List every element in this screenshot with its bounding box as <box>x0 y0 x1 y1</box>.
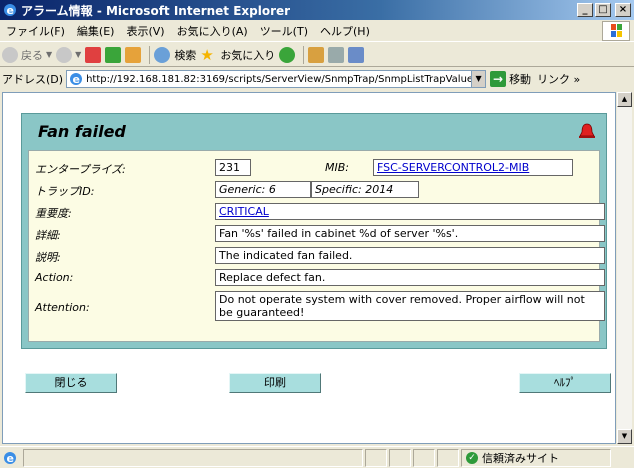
attention-value: Do not operate system with cover removed… <box>215 291 605 321</box>
address-input[interactable]: e http://192.168.181.82:3169/scripts/Ser… <box>66 70 487 88</box>
svg-text:e: e <box>7 4 14 17</box>
toolbar-separator <box>149 45 151 64</box>
close-window-button[interactable]: × <box>615 3 631 17</box>
status-cell <box>365 448 387 467</box>
specific-value: Specific: 2014 <box>311 181 419 198</box>
status-cell <box>389 448 411 467</box>
enterprise-value: 231 <box>215 159 251 176</box>
alarm-details: エンタープライズ: 231 MIB: FSC-SERVERCONTROL2-MI… <box>28 150 605 342</box>
windows-logo-icon <box>602 21 630 41</box>
security-zone: ✓ 信頼済みサイト <box>461 448 611 467</box>
menu-tools[interactable]: ツール(T) <box>254 23 314 39</box>
stop-icon[interactable] <box>85 46 102 63</box>
mib-link[interactable]: FSC-SERVERCONTROL2-MIB <box>377 161 529 174</box>
address-label: アドレス(D) <box>2 73 64 86</box>
status-text <box>23 448 363 467</box>
ie-logo-icon: e <box>4 4 16 17</box>
severity-label: 重要度: <box>35 207 72 220</box>
alarm-title: Fan failed <box>38 122 126 141</box>
scroll-up-icon[interactable]: ▲ <box>617 92 632 107</box>
search-icon <box>154 46 171 63</box>
trapid-row: トラップID: Generic: 6 Specific: 2014 <box>29 179 601 199</box>
description-row: 説明: The indicated fan failed. <box>29 245 605 265</box>
svg-text:e: e <box>73 73 80 86</box>
svg-text:e: e <box>7 452 14 465</box>
address-dropdown-icon[interactable]: ▼ <box>471 71 486 87</box>
severity-value[interactable]: CRITICAL <box>215 203 605 220</box>
alarm-bell-icon <box>579 123 595 138</box>
window-title: アラーム情報 - Microsoft Internet Explorer <box>21 3 291 18</box>
menu-bar: ファイル(F) 編集(E) 表示(V) お気に入り(A) ツール(T) ヘルプ(… <box>0 20 634 42</box>
action-row: Action: Replace defect fan. <box>29 267 605 287</box>
favorites-button[interactable]: ★ お気に入り <box>200 47 275 63</box>
status-page-icon: e <box>4 451 16 465</box>
maximize-button[interactable]: □ <box>595 3 611 17</box>
print-button[interactable]: 印刷 <box>229 373 321 393</box>
check-icon: ✓ <box>466 451 478 464</box>
refresh-icon[interactable] <box>105 46 122 63</box>
go-label: 移動 <box>509 73 532 86</box>
back-arrow-icon <box>2 46 18 63</box>
status-cell <box>437 448 459 467</box>
attention-label: Attention: <box>35 301 90 314</box>
action-label: Action: <box>35 271 74 284</box>
favorites-star-icon: ★ <box>200 45 214 64</box>
menu-edit[interactable]: 編集(E) <box>71 23 121 39</box>
history-icon[interactable] <box>279 46 296 63</box>
vertical-scrollbar[interactable]: ▲ ▼ <box>617 92 632 444</box>
zone-label: 信頼済みサイト <box>482 451 559 465</box>
description-value: The indicated fan failed. <box>215 247 605 264</box>
toolbar-separator <box>303 45 305 64</box>
address-url: http://192.168.181.82:3169/scripts/Serve… <box>86 73 472 85</box>
search-label: 検索 <box>174 48 197 62</box>
standard-toolbar: 戻る ▼ ▼ 検索 ★ お気に入り <box>0 43 634 67</box>
enterprise-row: エンタープライズ: 231 MIB: FSC-SERVERCONTROL2-MI… <box>29 157 601 177</box>
detail-label: 詳細: <box>35 229 61 242</box>
menu-help[interactable]: ヘルプ(H) <box>314 23 376 39</box>
detail-row: 詳細: Fan '%s' failed in cabinet %d of ser… <box>29 223 605 243</box>
edit-icon[interactable] <box>348 46 365 63</box>
help-button[interactable]: ﾍﾙﾌﾟ <box>519 373 611 393</box>
alarm-header: Fan failed <box>22 114 606 148</box>
action-value: Replace defect fan. <box>215 269 605 286</box>
title-bar: e アラーム情報 - Microsoft Internet Explorer _… <box>0 0 634 20</box>
scroll-down-icon[interactable]: ▼ <box>617 429 632 444</box>
favorites-label: お気に入り <box>220 48 276 62</box>
alarm-panel: Fan failed エンタープライズ: 231 MIB: FSC-SERVER… <box>21 113 607 349</box>
page-viewport: Fan failed エンタープライズ: 231 MIB: FSC-SERVER… <box>2 92 616 444</box>
severity-link[interactable]: CRITICAL <box>219 205 269 218</box>
mail-icon[interactable] <box>308 46 325 63</box>
close-button[interactable]: 閉じる <box>25 373 117 393</box>
go-button[interactable]: → 移動 <box>490 71 531 87</box>
page-icon: e <box>70 73 83 86</box>
address-bar: アドレス(D) e http://192.168.181.82:3169/scr… <box>0 68 634 90</box>
menu-favorites[interactable]: お気に入り(A) <box>171 23 254 39</box>
description-label: 説明: <box>35 251 61 264</box>
mib-value[interactable]: FSC-SERVERCONTROL2-MIB <box>373 159 573 176</box>
enterprise-label: エンタープライズ: <box>35 163 126 176</box>
links-button[interactable]: リンク » <box>537 71 580 87</box>
menu-file[interactable]: ファイル(F) <box>0 23 71 39</box>
detail-value: Fan '%s' failed in cabinet %d of server … <box>215 225 605 242</box>
go-arrow-icon: → <box>490 71 507 87</box>
severity-row: 重要度: CRITICAL <box>29 201 605 221</box>
trapid-label: トラップID: <box>35 185 95 198</box>
forward-arrow-icon <box>56 46 73 63</box>
ie-window: e アラーム情報 - Microsoft Internet Explorer _… <box>0 0 634 468</box>
minimize-button[interactable]: _ <box>577 3 593 17</box>
status-bar: e ✓ 信頼済みサイト <box>0 446 634 468</box>
forward-button[interactable]: ▼ <box>56 46 81 63</box>
home-icon[interactable] <box>125 46 142 63</box>
generic-value: Generic: 6 <box>215 181 311 198</box>
attention-row: Attention: Do not operate system with co… <box>29 289 605 323</box>
search-button[interactable]: 検索 <box>154 46 197 63</box>
menu-view[interactable]: 表示(V) <box>120 23 170 39</box>
mib-label: MIB: <box>325 161 349 174</box>
back-label: 戻る <box>21 48 43 62</box>
print-icon[interactable] <box>328 46 345 63</box>
status-cell <box>413 448 435 467</box>
back-button[interactable]: 戻る ▼ <box>2 46 52 63</box>
